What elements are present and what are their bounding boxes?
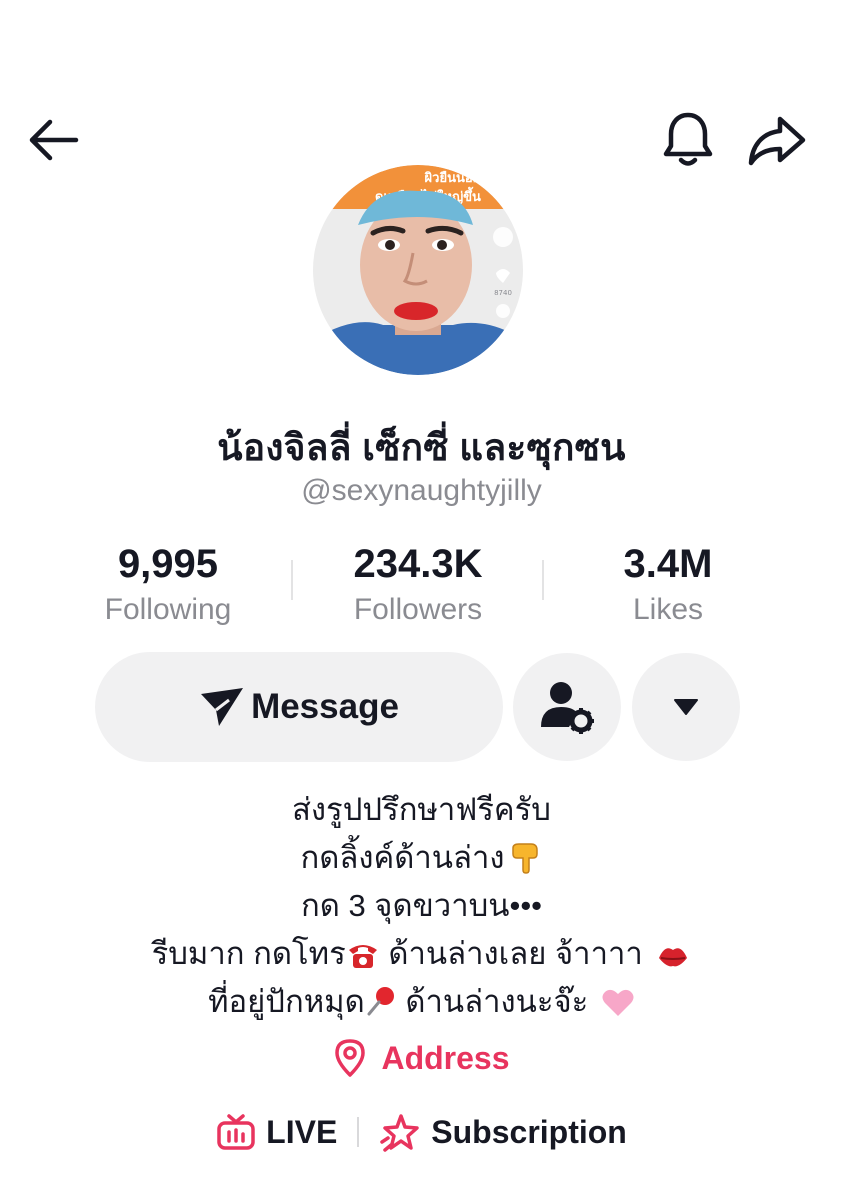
bio-line: กดลิ้งค์ด้านล่าง (0, 834, 843, 882)
display-name: น้องจิลลี่ เซ็กซี่ และซุกซน (217, 427, 626, 468)
followers-label: Followers (353, 593, 483, 626)
send-icon (201, 688, 244, 726)
user-gear-icon (541, 682, 594, 734)
likes-count: 3.4M (623, 542, 713, 586)
bio-line: กด 3 จุดขวาบน••• (0, 882, 843, 930)
more-options-button[interactable] (632, 653, 740, 761)
bio-text: ส่งรูปปรึกษาฟรีครับ (292, 792, 551, 827)
bio-line: ที่อยู่ปักหมุด ด้านล่างนะจ๊ะ (0, 978, 843, 1026)
bio-text: ที่อยู่ปักหมุด (208, 984, 365, 1019)
stat-following[interactable]: 9,995 Following (48, 540, 288, 630)
share-arrow-icon (748, 116, 806, 166)
profile-links: LIVE Subscription (0, 1112, 843, 1152)
subscription-link[interactable]: Subscription (379, 1112, 627, 1152)
stat-followers[interactable]: 234.3K Followers (298, 540, 538, 630)
share-button[interactable] (745, 110, 809, 170)
bio-text: กด 3 จุดขวาบน••• (300, 888, 543, 923)
bio-line: รีบมาก กดโทร ด้านล่างเลย จ้าาาา (0, 930, 843, 978)
stat-likes[interactable]: 3.4M Likes (548, 540, 788, 630)
address-label: Address (381, 1039, 510, 1076)
bio-text: ด้านล่างเลย จ้าาาา (379, 936, 652, 971)
star-sparkle-icon (380, 1114, 420, 1152)
message-label: Message (251, 687, 399, 726)
username: @sexynaughtyjilly (301, 474, 542, 507)
notification-button[interactable] (658, 108, 718, 170)
likes-label: Likes (632, 593, 704, 626)
bio: ส่งรูปปรึกษาฟรีครับ กดลิ้งค์ด้านล่าง กด … (0, 786, 843, 1026)
pointing-down-icon (511, 843, 538, 874)
arrow-left-icon (29, 119, 79, 161)
bell-icon (663, 112, 713, 166)
avatar-like-count: 8740 (494, 289, 512, 297)
bio-text: กดลิ้งค์ด้านล่าง (300, 840, 505, 875)
links-divider (357, 1117, 360, 1147)
live-label: LIVE (266, 1113, 338, 1150)
following-count: 9,995 (117, 542, 219, 586)
caret-down-icon (674, 699, 698, 715)
telephone-icon (348, 945, 377, 968)
friend-settings-button[interactable] (513, 653, 621, 761)
lips-kiss-icon (659, 948, 688, 967)
pushpin-icon (367, 987, 394, 1016)
subscription-label: Subscription (431, 1113, 627, 1150)
bio-text: ด้านล่างนะจ๊ะ (396, 984, 597, 1019)
followers-count: 234.3K (353, 542, 483, 586)
profile-avatar[interactable]: ผิวยืนน้อยเกิน ดูเหมือนไข่ใหญ่ขึ้น (313, 165, 523, 375)
stat-divider (291, 560, 293, 600)
live-link[interactable]: LIVE (216, 1113, 337, 1151)
stat-divider (542, 560, 544, 600)
address-link[interactable]: Address (0, 1038, 843, 1078)
pink-heart-icon (602, 989, 634, 1016)
live-tv-icon (217, 1114, 255, 1150)
back-button[interactable] (22, 110, 82, 170)
following-label: Following (104, 593, 232, 626)
location-pin-icon (335, 1039, 366, 1077)
avatar-caption-1: ผิวยืนน้อยเกิน (424, 170, 501, 186)
message-button[interactable]: Message (95, 652, 503, 762)
avatar-photo: ผิวยืนน้อยเกิน ดูเหมือนไข่ใหญ่ขึ้น (313, 165, 523, 375)
bio-line: ส่งรูปปรึกษาฟรีครับ (0, 786, 843, 834)
bio-text: รีบมาก กดโทร (151, 936, 346, 971)
